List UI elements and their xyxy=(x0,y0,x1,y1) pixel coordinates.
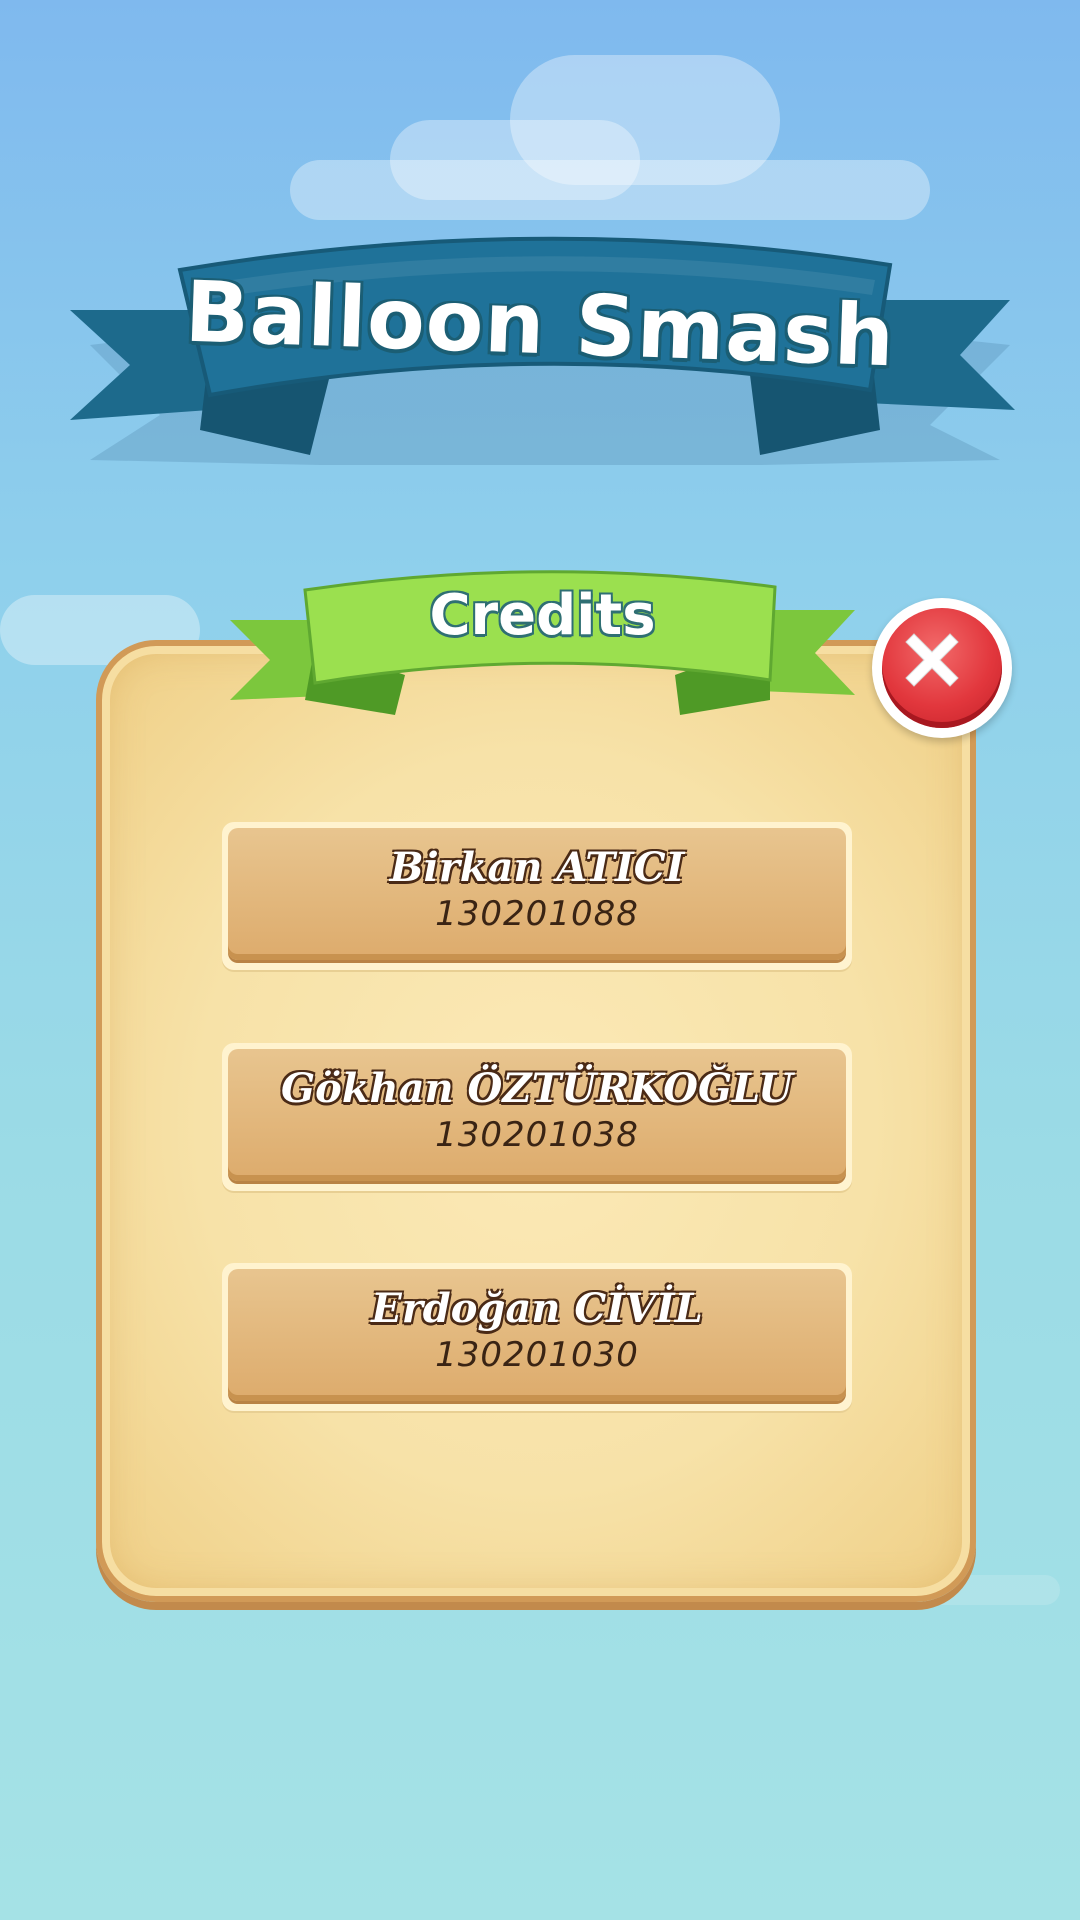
credit-name: Gökhan ÖZTÜRKOĞLU xyxy=(280,1065,793,1112)
close-x-icon xyxy=(905,633,959,687)
background-cloud xyxy=(510,55,780,185)
close-button[interactable] xyxy=(872,598,1012,738)
title-banner: Balloon Smash xyxy=(60,215,1020,475)
credits-ribbon: Credits xyxy=(225,565,860,730)
credits-heading: Credits xyxy=(429,583,656,648)
credit-entry: Erdoğan CİVİL 130201030 xyxy=(222,1263,852,1411)
credit-name: Birkan ATICI xyxy=(389,844,685,891)
credit-student-id: 130201088 xyxy=(435,894,639,934)
credit-entry: Birkan ATICI 130201088 xyxy=(222,822,852,970)
credit-student-id: 130201030 xyxy=(435,1335,639,1375)
credit-student-id: 130201038 xyxy=(435,1115,639,1155)
credit-name: Erdoğan CİVİL xyxy=(371,1285,703,1332)
credit-entry: Gökhan ÖZTÜRKOĞLU 130201038 xyxy=(222,1043,852,1191)
